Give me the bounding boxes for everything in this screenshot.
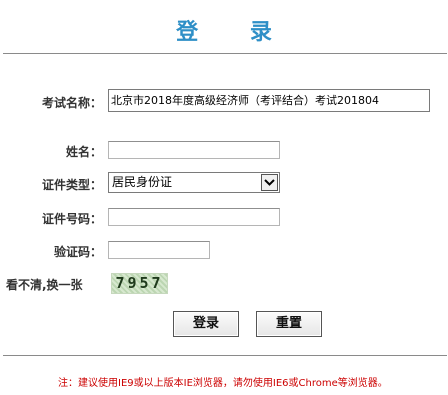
captcha-field[interactable]: [108, 241, 210, 259]
id-number-field[interactable]: [108, 208, 280, 226]
browser-note: 注：建议使用IE9或以上版本IE浏览器，请勿使用IE6或Chrome等浏览器。: [58, 378, 388, 389]
login-button[interactable]: 登录: [173, 311, 239, 337]
exam-name-label: 考试名称：: [41, 96, 102, 110]
captcha-image[interactable]: 7957: [111, 273, 168, 294]
id-type-label: 证件类型：: [41, 178, 102, 192]
name-label: 姓名：: [65, 145, 102, 159]
top-divider: [3, 53, 447, 54]
captcha-label: 验证码：: [53, 245, 102, 259]
reset-button[interactable]: 重置: [256, 311, 322, 337]
name-field[interactable]: [108, 141, 280, 159]
exam-name-field[interactable]: 北京市2018年度高级经济师（考评结合）考试201804: [108, 89, 430, 112]
id-type-select[interactable]: 居民身份证: [108, 172, 280, 193]
bottom-divider: [3, 355, 447, 356]
id-type-selected: 居民身份证: [112, 175, 173, 189]
login-page: 登 录 考试名称： 北京市2018年度高级经济师（考评结合）考试201804 姓…: [0, 0, 448, 395]
refresh-captcha-link[interactable]: 看不清,换一张: [6, 276, 96, 293]
chevron-down-icon[interactable]: [261, 174, 278, 191]
page-title: 登 录: [176, 20, 294, 45]
id-number-label: 证件号码：: [41, 212, 102, 226]
